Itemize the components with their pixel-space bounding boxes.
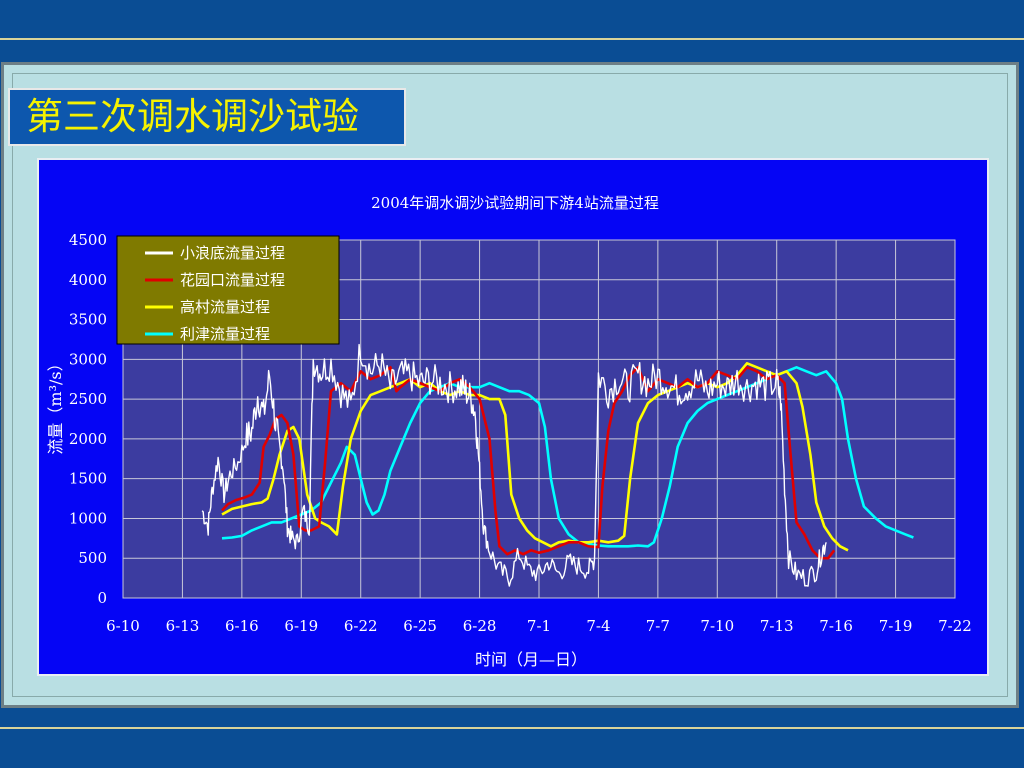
x-tick-label: 6-13 (166, 617, 200, 635)
legend-label: 花园口流量过程 (180, 271, 285, 289)
bottom-rule (0, 727, 1024, 729)
x-tick-label: 7-16 (819, 617, 853, 635)
y-tick-label: 500 (78, 549, 107, 567)
x-axis-label: 时间（月—日） (475, 650, 587, 669)
y-axis-label: 流量（m³/s） (46, 355, 65, 454)
flow-chart: 0 500 1000 1500 2000 2500 3000 3500 4000 4500 6-1… (46, 194, 972, 669)
legend-label: 小浪底流量过程 (180, 244, 285, 262)
top-rule (0, 38, 1024, 40)
y-tick-label: 2000 (69, 430, 107, 448)
y-tick-label: 1000 (69, 509, 107, 527)
x-tick-label: 7-22 (938, 617, 972, 635)
y-tick-label: 4000 (69, 271, 107, 289)
x-tick-label: 7-1 (527, 617, 551, 635)
legend-label: 利津流量过程 (180, 325, 270, 343)
x-tick-labels: 6-10 6-13 6-16 6-19 6-22 6-25 6-28 7-1 7-4 7-7 7-1… (106, 617, 972, 635)
x-tick-label: 7-10 (700, 617, 734, 635)
x-tick-label: 7-4 (586, 617, 610, 635)
legend-label: 高村流量过程 (180, 298, 270, 316)
y-tick-labels: 0 500 1000 1500 2000 2500 3000 3500 4000 4500 (69, 231, 107, 607)
x-tick-label: 6-16 (225, 617, 259, 635)
x-tick-label: 6-28 (463, 617, 497, 635)
y-tick-label: 2500 (69, 390, 107, 408)
x-tick-label: 7-7 (646, 617, 670, 635)
y-tick-label: 1500 (69, 470, 107, 488)
x-tick-label: 6-10 (106, 617, 140, 635)
x-tick-label: 6-25 (403, 617, 437, 635)
legend: 小浪底流量过程花园口流量过程高村流量过程利津流量过程 (116, 235, 340, 345)
y-tick-label: 0 (97, 589, 107, 607)
x-tick-label: 7-13 (760, 617, 794, 635)
chart-frame: 0 500 1000 1500 2000 2500 3000 3500 4000 4500 6-1… (37, 158, 989, 676)
x-tick-label: 7-19 (879, 617, 913, 635)
y-tick-label: 3500 (69, 311, 107, 329)
chart-title: 2004年调水调沙试验期间下游4站流量过程 (371, 194, 659, 212)
x-tick-label: 6-19 (284, 617, 318, 635)
slide-title: 第三次调水调沙试验 (8, 88, 406, 146)
y-tick-label: 3000 (69, 350, 107, 368)
x-tick-label: 6-22 (344, 617, 378, 635)
y-tick-label: 4500 (69, 231, 107, 249)
